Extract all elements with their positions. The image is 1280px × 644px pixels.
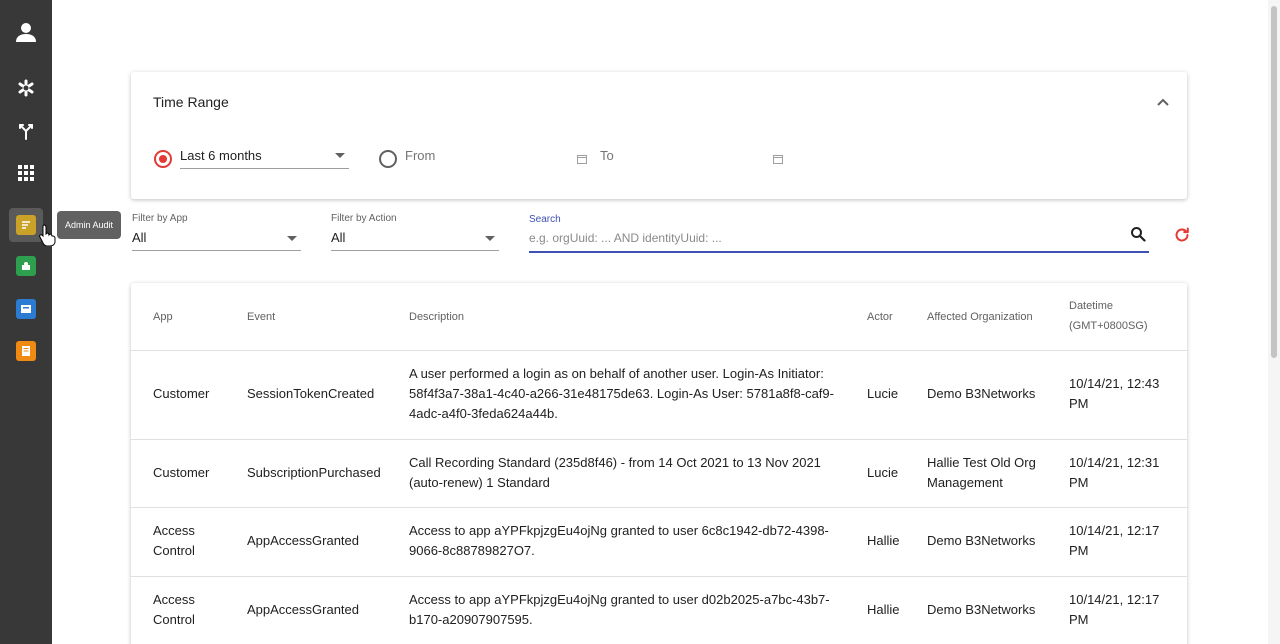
table-row[interactable]: Access Control AppAccessGranted Access t… [131,576,1187,644]
preset-range-value: Last 6 months [180,148,262,163]
table-row[interactable]: Customer SessionTokenCreated A user perf… [131,350,1187,439]
cell-affected-organization: Demo B3Networks [927,533,1036,548]
cell-actor: Lucie [867,465,899,480]
column-header-affected-organization[interactable]: Affected Organization [927,311,1033,323]
cell-description: Access to app aYPFkpjzgEu4ojNg granted t… [409,523,829,558]
admin-audit-app-icon[interactable] [13,212,39,238]
column-header-app[interactable]: App [153,311,173,323]
search-underline [529,251,1149,253]
from-date-field[interactable]: From [405,148,435,163]
cell-event: SubscriptionPurchased [247,465,381,480]
column-header-description[interactable]: Description [409,311,464,323]
table-row[interactable]: Access Control AppAccessGranted Access t… [131,507,1187,576]
cell-actor: Hallie [867,602,900,617]
filter-by-app-value: All [132,230,147,245]
column-header-datetime[interactable]: Datetime [1069,300,1113,312]
column-header-event[interactable]: Event [247,311,275,323]
time-range-title: Time Range [153,94,229,110]
search-input[interactable] [529,228,1119,248]
cell-event: SessionTokenCreated [247,386,375,401]
table-row[interactable]: Customer SubscriptionPurchased Call Reco… [131,439,1187,507]
page-scrollbar[interactable] [1268,0,1280,644]
cell-datetime: 10/14/21, 12:31 PM [1069,455,1160,490]
cell-description: Call Recording Standard (235d8f46) - fro… [409,455,821,490]
column-header-timezone: (GMT+0800SG) [1069,320,1148,332]
cell-app: Access Control [153,523,195,558]
refresh-icon[interactable] [1173,226,1191,249]
cell-event: AppAccessGranted [247,533,360,548]
audit-table: App Event Description Actor Affected Org… [131,283,1187,644]
filter-by-action-label: Filter by Action [331,213,397,224]
cell-actor: Hallie [867,533,900,548]
cell-datetime: 10/14/21, 12:43 PM [1069,376,1160,411]
cell-description: A user performed a login as on behalf of… [409,366,834,421]
custom-range-radio[interactable] [379,150,397,168]
cell-app: Customer [153,465,210,480]
to-date-field[interactable]: To [600,148,614,163]
mouse-pointer-icon [38,224,56,251]
apps-grid-icon[interactable] [13,160,39,186]
cell-affected-organization: Demo B3Networks [927,386,1036,401]
chevron-down-icon [335,153,345,158]
calendar-icon[interactable] [773,151,783,169]
time-range-card: Time Range Last 6 months From To [131,72,1187,199]
settings-cog-icon[interactable] [13,75,39,101]
blue-app-icon[interactable] [13,296,39,322]
preset-range-radio[interactable] [154,150,172,168]
chevron-up-icon[interactable] [1157,93,1169,111]
orange-app-icon[interactable] [13,338,39,364]
profile-icon[interactable] [13,19,39,45]
chevron-down-icon [485,236,495,241]
calendar-icon[interactable] [577,151,587,169]
preset-range-underline [180,168,349,169]
sidebar [0,0,52,644]
search-icon[interactable] [1130,226,1146,247]
cell-affected-organization: Hallie Test Old Org Management [927,455,1036,490]
cell-actor: Lucie [867,386,899,401]
filter-by-action-value: All [331,230,346,245]
cell-event: AppAccessGranted [247,602,360,617]
cell-app: Access Control [153,592,195,627]
filter-by-app-underline [132,250,301,251]
cell-datetime: 10/14/21, 12:17 PM [1069,523,1160,558]
admin-audit-tooltip: Admin Audit [57,211,122,239]
search-label: Search [529,214,561,225]
cell-datetime: 10/14/21, 12:17 PM [1069,592,1160,627]
filter-by-app-label: Filter by App [132,213,188,224]
green-app-icon[interactable] [13,253,39,279]
cell-description: Access to app aYPFkpjzgEu4ojNg granted t… [409,592,830,627]
cell-affected-organization: Demo B3Networks [927,602,1036,617]
scrollbar-thumb[interactable] [1271,6,1277,358]
chevron-down-icon [287,236,297,241]
cell-app: Customer [153,386,210,401]
filter-by-action-underline [331,250,499,251]
routing-icon[interactable] [13,118,39,144]
column-header-actor[interactable]: Actor [867,311,893,323]
